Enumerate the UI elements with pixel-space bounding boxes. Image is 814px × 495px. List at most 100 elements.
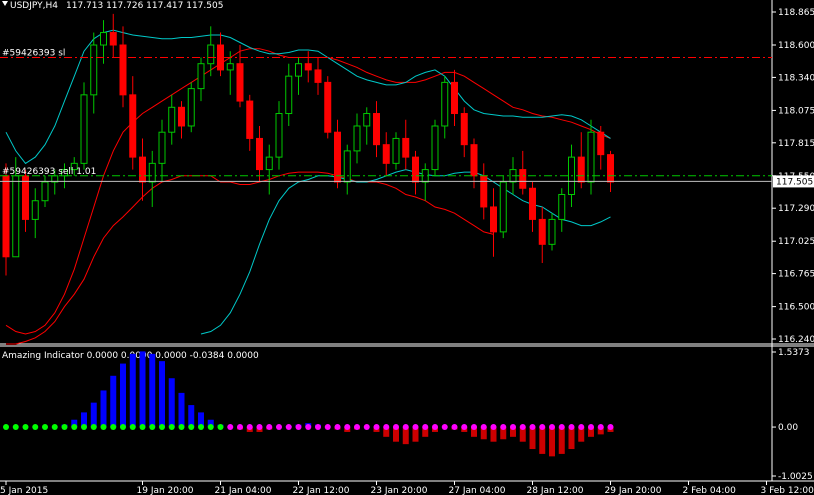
indicator-dot	[42, 424, 48, 431]
candle-body	[597, 131, 605, 156]
indicator-dot	[539, 424, 546, 431]
candle-body	[41, 181, 49, 202]
indicator-dot	[22, 424, 29, 431]
candle-body	[607, 154, 614, 183]
chart-header: USDJPY,H4 117.713 117.726 117.417 117.50…	[2, 1, 223, 11]
candle-body	[246, 100, 254, 139]
indicator-dot	[81, 424, 87, 431]
indicator-dot	[393, 424, 399, 431]
indicator-dot	[510, 424, 516, 431]
candle	[431, 119, 439, 176]
indicator-bar	[568, 427, 575, 450]
candle-body	[431, 125, 439, 171]
candle-body	[304, 63, 312, 71]
indicator-dot	[334, 424, 341, 431]
indicator-dot	[412, 424, 419, 431]
candle-body	[178, 106, 185, 127]
indicator-dot	[354, 424, 360, 431]
time-tick-label: 19 Jan 20:00	[137, 486, 194, 495]
indicator-bar	[529, 427, 536, 450]
indicator-bar	[110, 375, 117, 428]
price-tick-label: 117.815	[778, 139, 814, 149]
candle-body	[207, 44, 215, 65]
indicator-bar	[188, 405, 195, 428]
indicator-dots	[3, 424, 614, 431]
candle-body	[80, 94, 88, 164]
indicator-dot	[402, 424, 409, 431]
current-price-tag-text: 117.505	[776, 177, 813, 187]
indicator-bar	[139, 351, 146, 428]
indicator-dot	[588, 424, 594, 431]
candle	[80, 82, 88, 170]
indicator-dot	[110, 424, 117, 431]
candle-body	[529, 187, 536, 220]
indicator-tick-label: 0.00	[778, 423, 798, 433]
candle-body	[490, 206, 497, 233]
indicator-bar	[178, 392, 185, 428]
indicator-dot	[315, 424, 321, 431]
indicator-bar	[159, 361, 165, 428]
time-axis[interactable]: 5 Jan 2015 19 Jan 20:00 21 Jan 04:00 22 Jan…	[0, 481, 814, 495]
stop-loss-label: #59426393 sl	[2, 48, 65, 58]
candle-body	[412, 156, 419, 183]
candle-body	[363, 113, 371, 127]
indicator-dot	[168, 424, 175, 431]
indicator-bar	[129, 353, 136, 428]
candle-body	[392, 137, 400, 164]
candle-body	[334, 131, 341, 183]
candle-body	[158, 131, 166, 164]
candle-body	[119, 44, 127, 96]
indicator-dot	[519, 424, 526, 431]
time-tick-label: 2 Feb 04:00	[683, 486, 737, 495]
candle-body	[480, 175, 488, 208]
indicator-dot	[441, 424, 448, 431]
candle-body	[451, 81, 458, 115]
price-tick-label: 116.765	[778, 270, 814, 280]
indicator-dot	[188, 424, 195, 431]
price-tick-label: 118.075	[778, 106, 814, 116]
price-tick-label: 117.290	[778, 204, 814, 214]
indicator-tick-label: 1.5373	[778, 348, 810, 358]
indicator-dot	[178, 424, 185, 431]
candle-body	[402, 137, 410, 158]
indicator-dot	[217, 424, 224, 431]
indicator-dot	[529, 424, 536, 431]
indicator-dot	[344, 424, 351, 431]
trading-chart[interactable]: #59426393 sl #59426393 sell 1.01 USDJPY,…	[0, 0, 814, 495]
candle-body	[314, 69, 322, 83]
indicator-tick-label: -1.0025	[778, 472, 813, 482]
time-tick-label: 22 Jan 12:00	[293, 486, 350, 495]
indicator-dot	[480, 424, 487, 431]
candle-body	[324, 81, 332, 133]
candle-body	[460, 113, 468, 146]
indicator-dot	[451, 424, 458, 431]
candle-body	[587, 131, 595, 183]
candle	[499, 175, 507, 239]
indicator-dot	[500, 424, 507, 431]
time-tick-label: 23 Jan 20:00	[371, 486, 428, 495]
indicator-dot	[324, 424, 331, 431]
indicator-bar	[120, 363, 126, 428]
candle-body	[285, 75, 293, 115]
indicator-axis: 1.5373 0.00 -1.0025	[772, 348, 813, 482]
candle-body	[129, 94, 137, 158]
time-tick-label: 27 Jan 04:00	[449, 486, 506, 495]
indicator-dot	[256, 424, 263, 431]
indicator-dot	[490, 424, 497, 431]
indicator-bar	[149, 353, 156, 428]
indicator-dot	[3, 424, 9, 431]
indicator-histogram	[61, 351, 614, 457]
indicator-dot	[71, 424, 78, 431]
indicator-dot	[139, 424, 146, 431]
indicator-dot	[266, 424, 273, 431]
indicator-dot	[432, 424, 438, 431]
candle-body	[100, 32, 107, 46]
indicator-dot	[198, 424, 204, 431]
time-tick-label: 28 Jan 12:00	[527, 486, 584, 495]
candle-body	[373, 113, 380, 146]
time-tick-label: 29 Jan 20:00	[605, 486, 662, 495]
indicator-dot	[276, 424, 282, 431]
indicator-dot	[149, 424, 156, 431]
sell-order-label: #59426393 sell 1.01	[2, 167, 96, 177]
candle-body	[236, 63, 244, 102]
